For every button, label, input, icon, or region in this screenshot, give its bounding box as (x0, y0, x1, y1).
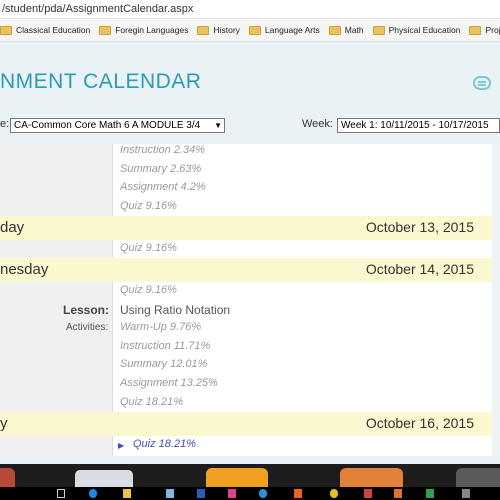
day-date: October 16, 2015 (365, 415, 474, 431)
bookmark-project-based[interactable]: Project Based L (469, 25, 500, 35)
dock-app-icon[interactable] (456, 468, 500, 487)
activity-instruction[interactable]: Instruction 2.34% (120, 144, 205, 156)
week-select[interactable]: Week 1: 10/11/2015 - 10/17/2015 (337, 118, 500, 133)
activity-quiz[interactable]: Quiz 9.16% (120, 242, 177, 254)
dock-app-icon[interactable] (0, 468, 15, 487)
activities-label: Activities: (66, 322, 109, 333)
activity-warm-up[interactable]: Warm-Up 9.76% (120, 321, 201, 333)
url-text: /student/pda/AssignmentCalendar.aspx (2, 3, 194, 15)
day-name: nesday (0, 261, 49, 278)
dock-app-icon[interactable] (340, 468, 403, 487)
dock-app-icon[interactable] (75, 470, 133, 487)
word-icon[interactable] (197, 489, 205, 498)
scrollbar[interactable] (492, 144, 500, 456)
app-icon[interactable] (364, 489, 372, 498)
day-date: October 14, 2015 (365, 261, 474, 277)
app-icon[interactable] (394, 489, 402, 498)
activity-quiz[interactable]: Quiz 9.16% (120, 200, 177, 212)
page-title: NMENT CALENDAR (0, 70, 202, 93)
chat-icon[interactable] (473, 76, 491, 90)
activity-instruction[interactable]: Instruction 11.71% (120, 340, 210, 352)
chrome-icon[interactable] (330, 489, 338, 498)
column-divider (112, 144, 113, 456)
activity-assignment[interactable]: Assignment 4.2% (120, 181, 206, 193)
day-header-friday: y October 16, 2015 (0, 412, 492, 436)
day-header-tuesday: day October 13, 2015 (0, 216, 492, 240)
taskbar (0, 487, 500, 500)
bookmark-math[interactable]: Math (328, 25, 364, 35)
course-label: e: (0, 118, 10, 130)
course-select-value: CA-Common Core Math 6 A MODULE 3/4 (14, 120, 201, 131)
folder-icon (0, 25, 12, 35)
task-view-icon[interactable] (57, 489, 65, 498)
folder-icon (197, 25, 210, 35)
app-icon[interactable] (426, 489, 434, 498)
store-icon[interactable] (166, 489, 174, 498)
bookmark-foreign-languages[interactable]: Foregin Languages (99, 25, 188, 35)
address-bar[interactable]: /student/pda/AssignmentCalendar.aspx (0, 0, 500, 19)
activity-quiz[interactable]: Quiz 18.21% (120, 396, 183, 408)
edge-icon[interactable] (89, 489, 97, 498)
activity-summary[interactable]: Summary 12.01% (120, 358, 207, 370)
activity-quiz[interactable]: Quiz 9.16% (120, 284, 177, 296)
app-icon[interactable] (259, 489, 267, 498)
dropdown-arrow-icon: ▼ (214, 121, 222, 130)
lesson-title[interactable]: Using Ratio Notation (120, 303, 230, 317)
bookmark-physical-education[interactable]: Physical Education (372, 25, 460, 35)
activity-assignment[interactable]: Assignment 13.25% (120, 377, 218, 389)
app-icon[interactable] (462, 489, 470, 498)
week-select-value: Week 1: 10/11/2015 - 10/17/2015 (341, 120, 489, 131)
app-icon[interactable] (294, 489, 302, 498)
course-select[interactable]: CA-Common Core Math 6 A MODULE 3/4 ▼ (10, 118, 225, 133)
calculator-icon[interactable] (228, 489, 236, 498)
bookmark-history[interactable]: History (197, 25, 240, 35)
folder-icon (248, 25, 261, 35)
folder-icon (99, 25, 112, 35)
activity-quiz-link[interactable]: Quiz 18.21% (133, 438, 196, 450)
activity-summary[interactable]: Summary 2.63% (120, 163, 201, 175)
bookmarks-bar: Classical Education Foregin Languages Hi… (0, 19, 500, 42)
calendar-table: Instruction 2.34% Summary 2.63% Assignme… (0, 144, 492, 456)
folder-icon (372, 25, 385, 35)
folder-icon (328, 25, 341, 35)
folder-icon (469, 25, 482, 35)
day-name: y (0, 415, 8, 432)
bullet-arrow-icon: ▶ (118, 441, 125, 450)
dock-app-icon[interactable] (206, 468, 268, 487)
lesson-label: Lesson: (63, 303, 110, 317)
app-dock (0, 464, 500, 487)
bookmark-classical-education[interactable]: Classical Education (0, 25, 90, 35)
label-column (0, 144, 112, 456)
day-name: day (0, 219, 25, 236)
day-header-wednesday: nesday October 14, 2015 (0, 258, 492, 282)
day-date: October 13, 2015 (365, 219, 474, 235)
file-explorer-icon[interactable] (123, 489, 131, 498)
bookmark-language-arts[interactable]: Language Arts (248, 25, 320, 35)
week-label: Week: (302, 118, 333, 130)
